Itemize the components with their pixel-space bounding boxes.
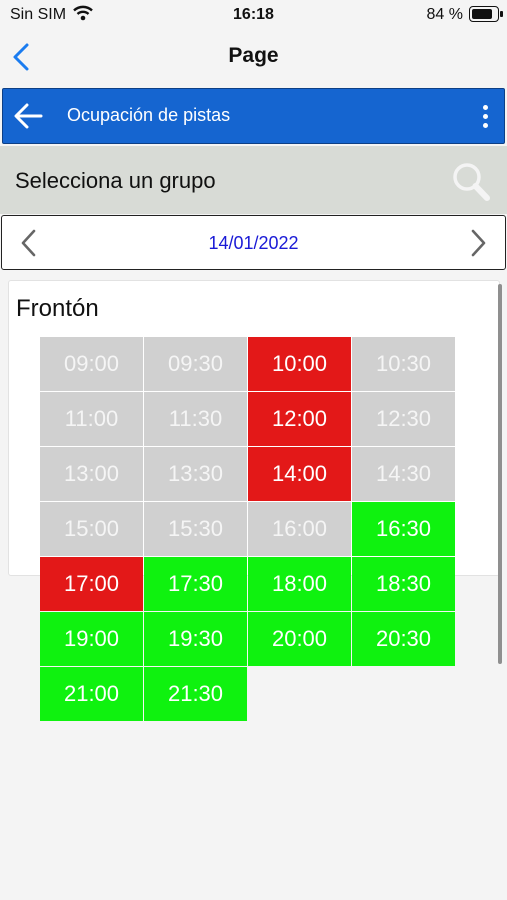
time-slot-grid: 09:00 09:30 10:00 10:30 11:00 11:30 12:00 12:30… [40,337,458,721]
time-slot-1030[interactable]: 10:30 [352,337,455,391]
date-navigator: 14/01/2022 [1,215,506,270]
more-options-icon[interactable] [480,103,490,131]
time-slot-1730[interactable]: 17:30 [144,557,247,611]
battery-percentage: 84 % [426,6,463,23]
group-selector[interactable]: Selecciona un grupo [0,146,507,214]
search-icon[interactable] [449,160,493,204]
time-slot-1100[interactable]: 11:00 [40,392,143,446]
time-slot-2000[interactable]: 20:00 [248,612,351,666]
time-slot-1230[interactable]: 12:30 [352,392,455,446]
time-slot-1830[interactable]: 18:30 [352,557,455,611]
time-slot-1800[interactable]: 18:00 [248,557,351,611]
time-slot-2100[interactable]: 21:00 [40,667,143,721]
selected-date[interactable]: 14/01/2022 [2,233,505,254]
time-slot-1400[interactable]: 14:00 [248,447,351,501]
navigation-bar: Page [0,30,507,86]
back-chevron-icon[interactable] [10,42,34,72]
time-slot-1500[interactable]: 15:00 [40,502,143,556]
time-slot-1300[interactable]: 13:00 [40,447,143,501]
next-day-chevron-icon[interactable] [467,228,489,258]
time-slot-1630[interactable]: 16:30 [352,502,455,556]
battery-icon [469,6,503,22]
scrollbar[interactable] [498,284,502,664]
group-selector-label: Selecciona un grupo [15,168,216,193]
time-slot-1930[interactable]: 19:30 [144,612,247,666]
time-slot-2030[interactable]: 20:30 [352,612,455,666]
time-slot-1700[interactable]: 17:00 [40,557,143,611]
status-bar: Sin SIM 16:18 84 % [0,0,507,30]
back-arrow-icon[interactable] [13,102,45,130]
time-slot-1000[interactable]: 10:00 [248,337,351,391]
time-slot-1430[interactable]: 14:30 [352,447,455,501]
time-slot-0930[interactable]: 09:30 [144,337,247,391]
toolbar-title: Ocupación de pistas [67,105,231,125]
page-title: Page [228,44,279,67]
time-slot-1330[interactable]: 13:30 [144,447,247,501]
time-slot-1600[interactable]: 16:00 [248,502,351,556]
court-name: Frontón [16,295,99,322]
app-toolbar: Ocupación de pistas [2,88,505,144]
time-slot-2130[interactable]: 21:30 [144,667,247,721]
time-slot-1200[interactable]: 12:00 [248,392,351,446]
time-slot-1530[interactable]: 15:30 [144,502,247,556]
time-slot-0900[interactable]: 09:00 [40,337,143,391]
time-slot-1900[interactable]: 19:00 [40,612,143,666]
time-slot-1130[interactable]: 11:30 [144,392,247,446]
